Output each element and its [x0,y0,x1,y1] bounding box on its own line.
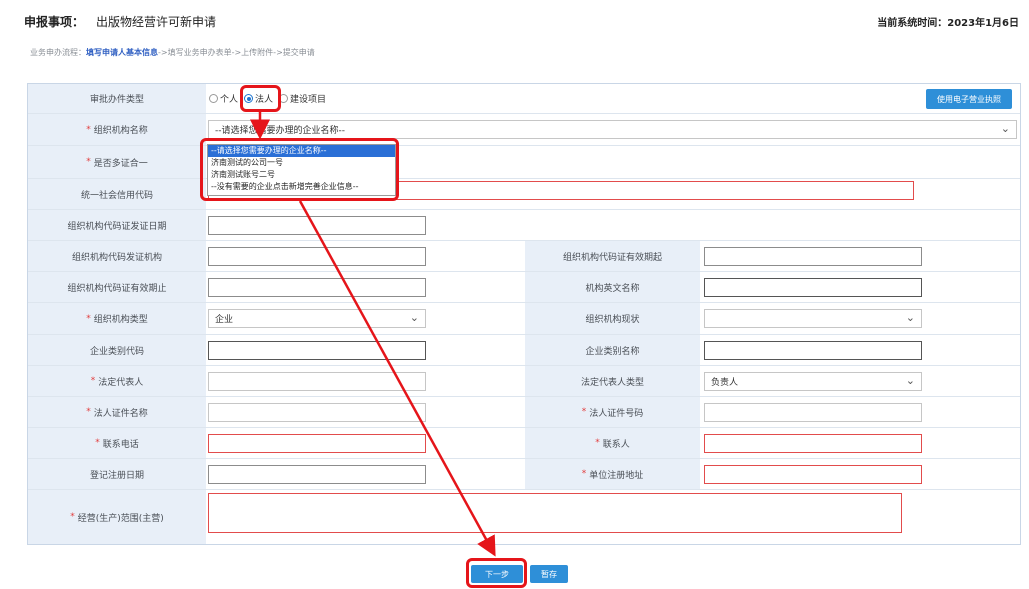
save-draft-button[interactable]: 暂存 [530,565,568,583]
org-en-name-label: 机构英文名称 [525,272,700,302]
legal-id-name-input[interactable] [208,403,426,422]
org-code-date-input[interactable] [208,216,426,235]
contact-label: * 联系人 [525,428,700,458]
row-ent-category: 企业类别代码 企业类别名称 [28,335,1020,366]
row-credit-code: 统一社会信用代码 [28,179,1020,210]
row-org-code-issuer: 组织机构代码发证机构 组织机构代码证有效期起 [28,241,1020,272]
org-code-date-label: 组织机构代码证发证日期 [28,210,206,240]
contact-input[interactable] [704,434,922,453]
scope-textarea[interactable] [208,493,902,533]
org-code-valid-from-input[interactable] [704,247,922,266]
org-status-label: 组织机构现状 [525,303,700,334]
reg-address-input[interactable] [704,465,922,484]
highlight-box-next [466,558,527,588]
radio-individual[interactable]: 个人 [209,92,238,105]
row-legal-rep: * 法定代表人 法定代表人类型 负责人 [28,366,1020,397]
page-title-key: 申报事项： [24,15,85,29]
radio-circle-icon [209,94,218,103]
reg-address-label: * 单位注册地址 [525,459,700,489]
reg-date-label: 登记注册日期 [28,459,206,489]
legal-rep-input[interactable] [208,372,426,391]
breadcrumb-step-current: 填写申请人基本信息 [86,48,158,57]
org-code-issuer-input[interactable] [208,247,426,266]
system-time-label: 当前系统时间： [877,18,948,29]
page-title: 出版物经营许可新申请 [96,15,217,29]
system-time: 当前系统时间：2023年1月6日 [877,14,1019,29]
row-phone-contact: * 联系电话 * 联系人 [28,428,1020,459]
legal-rep-type-label: 法定代表人类型 [525,366,700,396]
page-header: 申报事项： 出版物经营许可新申请 当前系统时间：2023年1月6日 [0,0,1029,40]
legal-id-no-label: * 法人证件号码 [525,397,700,427]
radio-construction-project[interactable]: 建设项目 [279,92,326,105]
highlight-box-radio [240,85,281,112]
legal-id-name-label: * 法人证件名称 [28,397,206,427]
org-type-select[interactable]: 企业 [208,309,426,328]
org-code-issuer-label: 组织机构代码发证机构 [28,241,206,271]
org-type-label: * 组织机构类型 [28,303,206,334]
phone-label: * 联系电话 [28,428,206,458]
applicant-form: 审批办件类型 个人 法人 建设项目 使用电子营业执照 * 组织机构名称 --请选择… [27,83,1021,545]
phone-input[interactable] [208,434,426,453]
multi-cert-label: * 是否多证合一 [28,146,206,178]
system-time-value: 2023年1月6日 [947,18,1019,29]
breadcrumb-steps-rest: ->填写业务申办表单->上传附件->提交申请 [158,48,315,57]
legal-rep-type-select[interactable]: 负责人 [704,372,922,391]
org-en-name-input[interactable] [704,278,922,297]
ent-category-code-label: 企业类别代码 [28,335,206,365]
reg-date-input[interactable] [208,465,426,484]
org-name-select[interactable]: --请选择您需要办理的企业名称-- [208,120,1017,139]
row-business-scope: * 经营(生产)范围(主营) [28,490,1020,544]
legal-id-no-input[interactable] [704,403,922,422]
ent-category-code-input[interactable] [208,341,426,360]
scope-label: * 经营(生产)范围(主营) [28,490,206,544]
org-code-valid-from-label: 组织机构代码证有效期起 [525,241,700,271]
row-multi-cert: * 是否多证合一 [28,146,1020,179]
breadcrumb: 业务申办流程：填写申请人基本信息->填写业务申办表单->上传附件->提交申请 [30,47,315,58]
credit-code-label: 统一社会信用代码 [28,179,206,209]
row-legal-id: * 法人证件名称 * 法人证件号码 [28,397,1020,428]
row-org-type: *组织机构类型 企业 组织机构现状 [28,303,1020,335]
ent-category-name-label: 企业类别名称 [525,335,700,365]
use-e-license-button[interactable]: 使用电子营业执照 [926,89,1012,109]
row-org-code-date: 组织机构代码证发证日期 [28,210,1020,241]
row-approval-type: 审批办件类型 个人 法人 建设项目 使用电子营业执照 [28,84,1020,114]
highlight-box-dropdown [200,138,399,201]
row-registration: 登记注册日期 * 单位注册地址 [28,459,1020,490]
approval-type-label: 审批办件类型 [28,84,206,113]
breadcrumb-prefix: 业务申办流程： [30,48,86,57]
legal-rep-label: * 法定代表人 [28,366,206,396]
org-status-select[interactable] [704,309,922,328]
row-org-code-valid-to: 组织机构代码证有效期止 机构英文名称 [28,272,1020,303]
org-code-valid-to-input[interactable] [208,278,426,297]
row-org-name: * 组织机构名称 --请选择您需要办理的企业名称-- [28,114,1020,146]
org-name-label: * 组织机构名称 [28,114,206,145]
org-code-valid-to-label: 组织机构代码证有效期止 [28,272,206,302]
ent-category-name-input[interactable] [704,341,922,360]
